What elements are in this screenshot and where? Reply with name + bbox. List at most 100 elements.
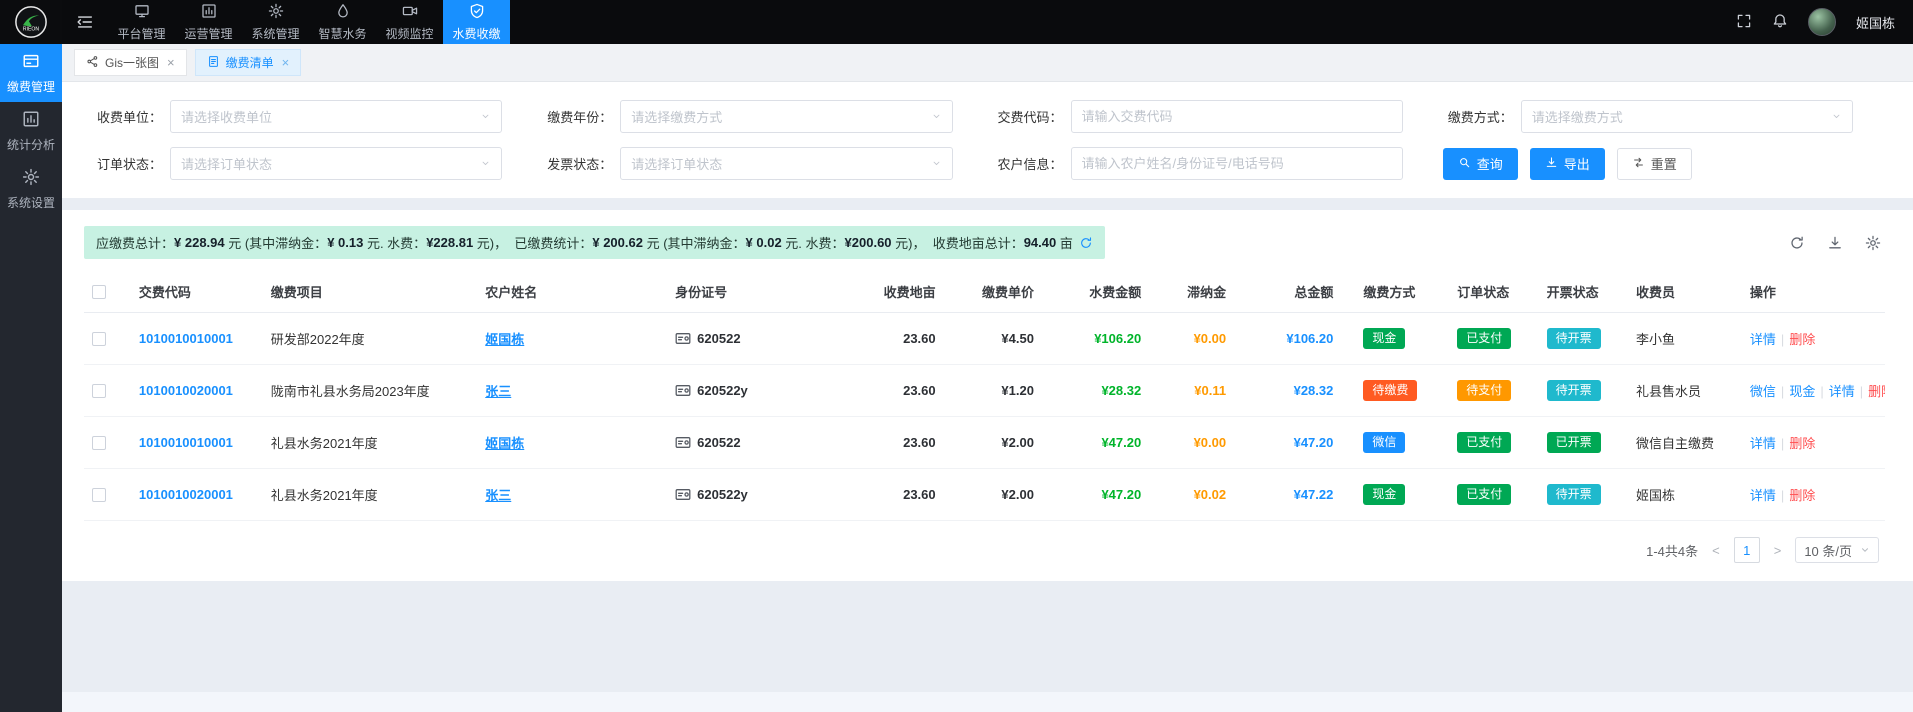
filter-row: 订单状态：请选择订单状态发票状态：请选择订单状态农户信息：查询导出重置: [84, 147, 1885, 180]
ops-separator: |: [1860, 384, 1863, 399]
filter-input[interactable]: [1071, 147, 1403, 180]
export-button[interactable]: 导出: [1530, 148, 1605, 180]
delete-link[interactable]: 删除: [1789, 436, 1815, 451]
refresh-icon[interactable]: [1789, 235, 1805, 251]
order-status-badge: 已支付: [1457, 484, 1511, 505]
delete-link[interactable]: 删除: [1789, 488, 1815, 503]
top-nav-item[interactable]: 水费收缴: [443, 0, 510, 44]
pagination-total: 1-4共4条: [1646, 541, 1698, 560]
search-button[interactable]: 查询: [1443, 148, 1518, 180]
column-header-unit_price: 缴费单价: [958, 271, 1056, 313]
top-nav-item[interactable]: 智慧水务: [309, 0, 376, 44]
farmer-name-link[interactable]: 张三: [485, 384, 511, 399]
gear-icon[interactable]: [1865, 235, 1881, 251]
action-link[interactable]: 详情: [1829, 384, 1855, 399]
filter-select[interactable]: 请选择收费单位: [170, 100, 502, 133]
row-checkbox[interactable]: [92, 384, 106, 398]
select-all-checkbox[interactable]: [92, 285, 106, 299]
farmer-name-link[interactable]: 姬国栋: [485, 436, 524, 451]
reset-button[interactable]: 重置: [1617, 148, 1692, 180]
monitor-icon: [134, 3, 150, 22]
water_fee-value: ¥47.20: [1101, 435, 1141, 450]
logo-icon: RIEON: [14, 5, 48, 39]
footer-strip: [62, 692, 1913, 712]
sidebar-item[interactable]: 统计分析: [0, 102, 62, 160]
idcard-icon: [675, 332, 691, 345]
top-nav-item[interactable]: 视频监控: [376, 0, 443, 44]
column-header-pay_method: 缴费方式: [1355, 271, 1449, 313]
action-link[interactable]: 现金: [1789, 384, 1815, 399]
action-link[interactable]: 详情: [1750, 436, 1776, 451]
fee-summary-bar: 应缴费总计：¥ 228.94 元 (其中滞纳金：¥ 0.13 元. 水费：¥22…: [84, 226, 1105, 259]
unit_price-value: ¥1.20: [1001, 383, 1034, 398]
cell-water_fee: ¥106.20: [1056, 313, 1163, 365]
filter-select[interactable]: 请选择订单状态: [170, 147, 502, 180]
action-link[interactable]: 详情: [1750, 332, 1776, 347]
filter-field: 缴费年份：请选择缴费方式: [534, 100, 984, 133]
action-link[interactable]: 微信: [1750, 384, 1776, 399]
top-nav-item[interactable]: 运营管理: [175, 0, 242, 44]
select-placeholder: 请选择缴费方式: [1532, 107, 1623, 126]
page-size-select[interactable]: 10 条/页: [1795, 537, 1879, 563]
tab-close-icon[interactable]: ×: [167, 56, 175, 69]
filter-field: 订单状态：请选择订单状态: [84, 147, 534, 180]
sidebar-item[interactable]: 系统设置: [0, 160, 62, 218]
filter-buttons: 查询导出重置: [1435, 147, 1885, 180]
total-value: ¥47.20: [1294, 435, 1334, 450]
top-nav-item[interactable]: 平台管理: [108, 0, 175, 44]
payment-code-link[interactable]: 1010010010001: [139, 331, 233, 346]
tab[interactable]: 缴费清单×: [195, 49, 302, 76]
late_fee-value: ¥0.11: [1194, 383, 1226, 398]
farmer-name-link[interactable]: 姬国栋: [485, 332, 524, 347]
total-value: ¥47.22: [1294, 487, 1334, 502]
summary-label: 元. 水费：: [782, 233, 845, 252]
tab[interactable]: Gis一张图 ×: [74, 49, 187, 76]
collapse-menu-icon[interactable]: [62, 13, 108, 31]
row-checkbox[interactable]: [92, 488, 106, 502]
tabbar: Gis一张图×缴费清单×: [62, 44, 1913, 82]
fullscreen-icon[interactable]: [1736, 13, 1752, 32]
prev-page-icon[interactable]: <: [1710, 543, 1722, 558]
table-tools: [1789, 235, 1885, 251]
cell-project: 研发部2022年度: [263, 313, 478, 365]
farmer-name-link[interactable]: 张三: [485, 488, 511, 503]
cell-ops: 详情|删除: [1742, 417, 1885, 469]
username[interactable]: 姬国栋: [1856, 13, 1895, 32]
next-page-icon[interactable]: >: [1772, 543, 1784, 558]
filter-select[interactable]: 请选择缴费方式: [1521, 100, 1853, 133]
download-icon[interactable]: [1827, 235, 1843, 251]
svg-text:RIEON: RIEON: [23, 27, 39, 33]
top-nav-item[interactable]: 系统管理: [242, 0, 309, 44]
payment-code-link[interactable]: 1010010020001: [139, 487, 233, 502]
chevron-down-icon: [931, 158, 942, 169]
row-checkbox[interactable]: [92, 332, 106, 346]
summary-value: 94.40: [1024, 235, 1057, 250]
cell-total: ¥28.32: [1248, 365, 1355, 417]
tab-label: Gis一张图: [105, 54, 159, 71]
filter-select[interactable]: 请选择订单状态: [620, 147, 952, 180]
cell-area: 23.60: [859, 313, 957, 365]
chevron-down-icon: [1831, 111, 1842, 122]
row-checkbox[interactable]: [92, 436, 106, 450]
refresh-icon[interactable]: [1079, 236, 1093, 250]
user-avatar[interactable]: [1808, 8, 1836, 36]
late_fee-value: ¥0.00: [1194, 331, 1227, 346]
bell-icon[interactable]: [1772, 13, 1788, 32]
filter-select[interactable]: 请选择缴费方式: [620, 100, 952, 133]
delete-link[interactable]: 删除: [1868, 384, 1885, 399]
filter-input[interactable]: [1071, 100, 1403, 133]
sidebar-item[interactable]: 缴费管理: [0, 44, 62, 102]
cell-collector: 微信自主缴费: [1628, 417, 1742, 469]
action-link[interactable]: 详情: [1750, 488, 1776, 503]
page-number[interactable]: 1: [1734, 537, 1760, 563]
tab-close-icon[interactable]: ×: [282, 56, 290, 69]
area-value: 23.60: [903, 487, 936, 502]
column-header-collector: 收费员: [1628, 271, 1742, 313]
filter-label: 农户信息：: [985, 154, 1063, 173]
payment-code-link[interactable]: 1010010020001: [139, 383, 233, 398]
cell-id_number: 620522: [667, 313, 859, 365]
payment-code-link[interactable]: 1010010010001: [139, 435, 233, 450]
delete-link[interactable]: 删除: [1789, 332, 1815, 347]
cell-ops: 微信|现金|详情|删除: [1742, 365, 1885, 417]
cell-order_status: 已支付: [1449, 417, 1538, 469]
